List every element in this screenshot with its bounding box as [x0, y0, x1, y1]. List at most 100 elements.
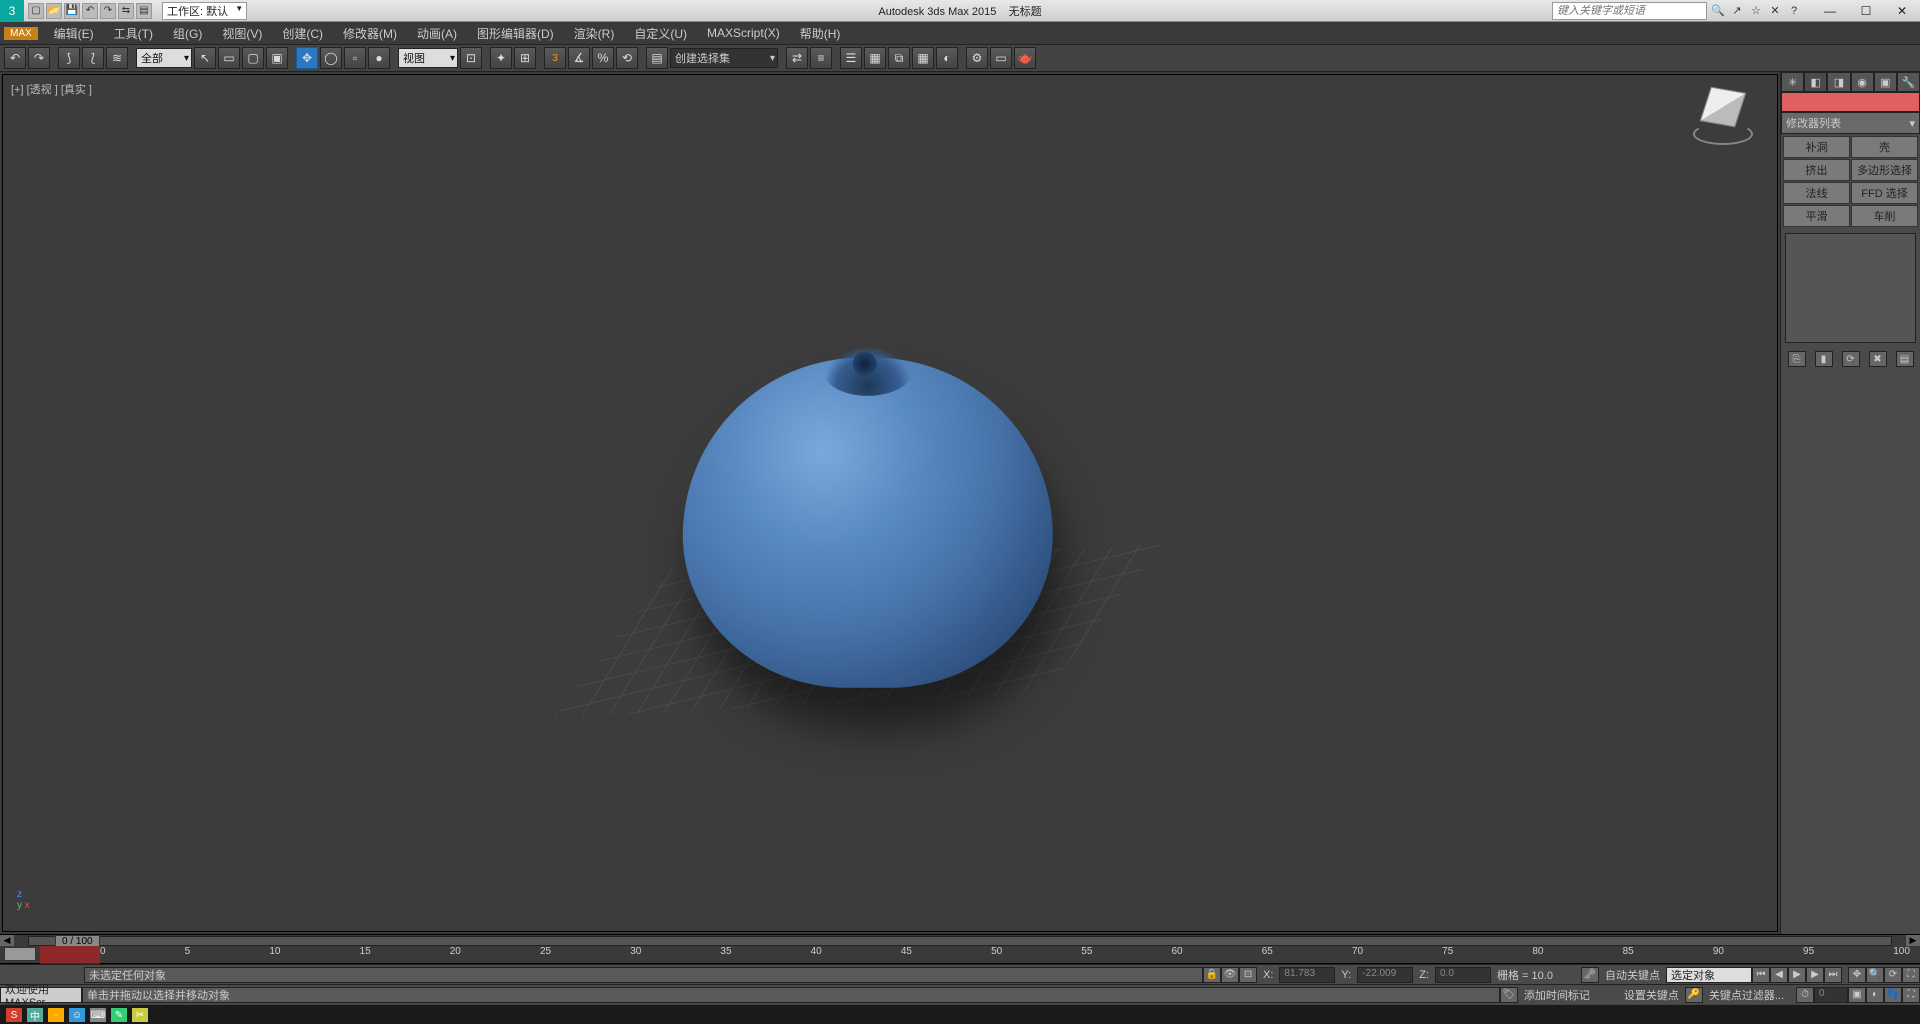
spinner-snap-button[interactable]: ⟲	[616, 47, 638, 69]
mod-btn-4[interactable]: 法线	[1783, 182, 1850, 204]
lock-selection-icon[interactable]: 🔒	[1203, 967, 1221, 983]
redo-icon[interactable]: ↷	[100, 3, 116, 19]
render-setup-button[interactable]: ⚙	[966, 47, 988, 69]
unlink-button[interactable]: ⟅	[82, 47, 104, 69]
undo-icon[interactable]: ↶	[82, 3, 98, 19]
tab-display-icon[interactable]: ▣	[1874, 72, 1897, 92]
slider-track[interactable]: 0 / 100	[28, 936, 1892, 946]
align-button[interactable]: ≡	[810, 47, 832, 69]
layers-button[interactable]: ☰	[840, 47, 862, 69]
maximize-button[interactable]: ☐	[1848, 0, 1884, 22]
manip-button[interactable]: ✦	[490, 47, 512, 69]
make-unique-icon[interactable]: ⟳	[1842, 351, 1860, 367]
curve-editor-button[interactable]: ⧉	[888, 47, 910, 69]
material-editor-button[interactable]: ◐	[936, 47, 958, 69]
mod-btn-5[interactable]: FFD 选择	[1851, 182, 1918, 204]
coord-z-field[interactable]: 0.0	[1435, 967, 1491, 983]
link-icon[interactable]: ⇆	[118, 3, 134, 19]
project-icon[interactable]: ▤	[136, 3, 152, 19]
viewport-perspective[interactable]: [+] [透视 ] [真实 ] zy x	[2, 74, 1778, 932]
show-end-icon[interactable]: ▮	[1815, 351, 1833, 367]
nav-orbit-icon[interactable]: ⟳	[1884, 967, 1902, 983]
nav-pan-icon[interactable]: ✥	[1848, 967, 1866, 983]
tray-icon[interactable]: S	[6, 1008, 22, 1022]
time-slider[interactable]: ◀ 0 / 100 ▶	[0, 934, 1920, 946]
mod-btn-3[interactable]: 多边形选择	[1851, 159, 1918, 181]
search-input[interactable]	[1552, 2, 1707, 20]
pin-stack-icon[interactable]: ⎘	[1788, 351, 1806, 367]
select-rotate-button[interactable]: ◯	[320, 47, 342, 69]
menu-graph[interactable]: 图形编辑器(D)	[467, 23, 564, 44]
select-name-button[interactable]: ▭	[218, 47, 240, 69]
angle-snap-button[interactable]: ∡	[568, 47, 590, 69]
menu-edit[interactable]: 编辑(E)	[44, 23, 104, 44]
new-icon[interactable]: ▢	[28, 3, 44, 19]
menu-group[interactable]: 组(G)	[163, 23, 212, 44]
schematic-button[interactable]: ▦	[912, 47, 934, 69]
mod-btn-6[interactable]: 平滑	[1783, 205, 1850, 227]
set-key-button[interactable]: 设置关键点	[1618, 987, 1685, 1003]
tab-hierarchy-icon[interactable]: ◨	[1827, 72, 1850, 92]
menu-help[interactable]: 帮助(H)	[790, 23, 851, 44]
menu-animation[interactable]: 动画(A)	[407, 23, 467, 44]
selection-filter-dropdown[interactable]: 全部	[136, 48, 192, 68]
window-crossing-button[interactable]: ▣	[266, 47, 288, 69]
redo-button[interactable]: ↷	[28, 47, 50, 69]
menu-modifier[interactable]: 修改器(M)	[333, 23, 407, 44]
snap-button[interactable]: 3	[544, 47, 566, 69]
tray-icon[interactable]: 中	[27, 1008, 43, 1022]
maxscript-mini[interactable]: 欢迎使用 MAXScr	[0, 987, 82, 1003]
tray-icon[interactable]: ⌨	[90, 1008, 106, 1022]
slider-right-icon[interactable]: ▶	[1906, 935, 1920, 947]
add-time-tag[interactable]: 添加时间标记	[1518, 987, 1618, 1003]
select-move-button[interactable]: ✥	[296, 47, 318, 69]
tray-icon[interactable]: ✎	[111, 1008, 127, 1022]
select-scale-button[interactable]: ▫	[344, 47, 366, 69]
placement-button[interactable]: ●	[368, 47, 390, 69]
minimize-button[interactable]: —	[1812, 0, 1848, 22]
undo-button[interactable]: ↶	[4, 47, 26, 69]
mirror-button[interactable]: ⇄	[786, 47, 808, 69]
modifier-stack[interactable]	[1785, 233, 1916, 343]
object-apple[interactable]	[683, 358, 1053, 688]
signin-icon[interactable]: ↗	[1729, 3, 1745, 19]
coord-y-field[interactable]: -22.009	[1357, 967, 1413, 983]
exchange-icon[interactable]: ✕	[1767, 3, 1783, 19]
app-logo-icon[interactable]: 3	[0, 0, 24, 22]
tray-icon[interactable]: ·	[48, 1008, 64, 1022]
mod-btn-1[interactable]: 壳	[1851, 136, 1918, 158]
percent-snap-button[interactable]: %	[592, 47, 614, 69]
isolate-icon[interactable]: 👁	[1221, 967, 1239, 983]
render-frame-button[interactable]: ▭	[990, 47, 1012, 69]
app-menu-button[interactable]: MAX	[4, 27, 38, 40]
nav-max-icon[interactable]: ⛶	[1902, 967, 1920, 983]
goto-end-icon[interactable]: ⏭	[1824, 967, 1842, 983]
time-config-icon[interactable]: ⏱	[1796, 987, 1814, 1003]
menu-customize[interactable]: 自定义(U)	[624, 23, 697, 44]
configure-icon[interactable]: ▤	[1896, 351, 1914, 367]
named-sel-dropdown[interactable]: 创建选择集	[670, 48, 778, 68]
mod-btn-7[interactable]: 车削	[1851, 205, 1918, 227]
tab-utilities-icon[interactable]: 🔧	[1897, 72, 1920, 92]
track-bar[interactable]: 0510152025303540455055606570758085909510…	[0, 946, 1920, 964]
key-target-dropdown[interactable]: 选定对象	[1666, 967, 1752, 983]
play-icon[interactable]: ▶	[1788, 967, 1806, 983]
layer-explorer-button[interactable]: ▦	[864, 47, 886, 69]
object-name-field[interactable]	[1781, 92, 1920, 112]
bind-button[interactable]: ≋	[106, 47, 128, 69]
open-icon[interactable]: 📂	[46, 3, 62, 19]
modifier-list-dropdown[interactable]: 修改器列表▾	[1781, 112, 1920, 134]
favorite-icon[interactable]: ☆	[1748, 3, 1764, 19]
next-frame-icon[interactable]: ▶	[1806, 967, 1824, 983]
tray-icon[interactable]: ☺	[69, 1008, 85, 1022]
coord-x-field[interactable]: 81.783	[1279, 967, 1335, 983]
keymode-button[interactable]: ⊞	[514, 47, 536, 69]
tab-create-icon[interactable]: ✳	[1781, 72, 1804, 92]
save-icon[interactable]: 💾	[64, 3, 80, 19]
select-object-button[interactable]: ↖	[194, 47, 216, 69]
search-icon[interactable]: 🔍	[1710, 3, 1726, 19]
goto-start-icon[interactable]: ⏮	[1752, 967, 1770, 983]
nav-maximize-icon[interactable]: ⛶	[1902, 987, 1920, 1003]
edit-named-sel-button[interactable]: ▤	[646, 47, 668, 69]
ref-coord-dropdown[interactable]: 视图	[398, 48, 458, 68]
